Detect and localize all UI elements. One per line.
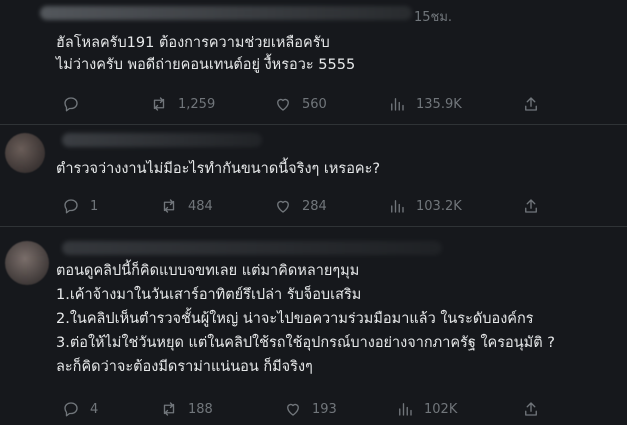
author-name-blurred — [40, 6, 412, 20]
retweet-button[interactable]: 484 — [160, 195, 213, 217]
like-count: 193 — [312, 401, 337, 417]
avatar[interactable] — [5, 133, 45, 173]
tweet-text-line: ฮัลโหลครับ191 ต้องการความช่วยเหลือครับ — [56, 35, 330, 51]
retweet-button[interactable]: 1,259 — [150, 93, 215, 115]
tweet-text-line: 3.ต่อให้ไม่ใช่วันหยุด แต่ในคลิปใช้รถใช้อ… — [56, 335, 555, 351]
retweet-icon — [163, 199, 175, 213]
retweet-icon — [163, 402, 175, 416]
share-button[interactable] — [522, 398, 540, 420]
tweet-2[interactable]: ตำรวจว่างงานไม่มีอะไรทำกันขนาดนี้จริงๆ เ… — [0, 125, 627, 225]
tweet-actions: 1,259 560 135.9K — [56, 93, 596, 115]
views-icon — [399, 403, 412, 416]
tweet-text-line: 1.เค้าจ้างมาในวันเสาร์อาทิตย์รึเปล่า รับ… — [56, 287, 362, 303]
like-button[interactable]: 560 — [274, 93, 327, 115]
like-icon — [277, 200, 289, 213]
views-icon — [391, 200, 404, 213]
reply-icon — [64, 402, 78, 417]
views-button[interactable]: 102K — [396, 398, 457, 420]
tweet-actions: 1 484 284 103.2K — [56, 195, 596, 217]
reply-button[interactable]: 1 — [62, 195, 98, 217]
tweet-time[interactable]: 15ชม. — [414, 6, 452, 27]
tweet-text-line: ตอนดูคลิปนี้ก็คิดแบบจขทเลย แต่มาคิดหลายๆ… — [56, 263, 360, 279]
reply-button[interactable]: 4 — [62, 398, 98, 420]
share-icon — [525, 199, 537, 213]
like-icon — [277, 98, 289, 111]
views-icon — [391, 98, 404, 111]
like-icon — [287, 403, 299, 416]
reply-button[interactable] — [62, 93, 90, 115]
share-button[interactable] — [522, 93, 540, 115]
tweet-text-line: ตำรวจว่างงานไม่มีอะไรทำกันขนาดนี้จริงๆ เ… — [56, 161, 381, 177]
like-button[interactable]: 193 — [284, 398, 337, 420]
retweet-count: 188 — [188, 401, 213, 417]
reply-count: 1 — [90, 198, 99, 214]
reply-icon — [64, 97, 78, 112]
retweet-count: 484 — [188, 198, 213, 214]
like-count: 284 — [302, 198, 327, 214]
views-button[interactable]: 135.9K — [388, 93, 462, 115]
share-button[interactable] — [522, 195, 540, 217]
views-count: 102K — [424, 401, 458, 417]
views-count: 135.9K — [416, 96, 462, 112]
tweet-actions: 4 188 193 102K — [56, 398, 596, 420]
author-name-blurred — [62, 133, 262, 147]
author-name-blurred — [62, 241, 442, 255]
retweet-icon — [153, 97, 165, 111]
reply-icon — [64, 199, 78, 214]
tweet-text-line: 2.ในคลิปเห็นตำรวจชั้นผู้ใหญ่ น่าจะไปขอคว… — [56, 311, 534, 327]
retweet-button[interactable]: 188 — [160, 398, 213, 420]
views-button[interactable]: 103.2K — [388, 195, 462, 217]
like-button[interactable]: 284 — [274, 195, 327, 217]
like-count: 560 — [302, 96, 327, 112]
share-icon — [525, 97, 537, 111]
tweet-1[interactable]: 15ชม. ฮัลโหลครับ191 ต้องการความช่วยเหลือ… — [0, 0, 627, 120]
share-icon — [525, 402, 537, 416]
retweet-count: 1,259 — [178, 96, 216, 112]
reply-count: 4 — [90, 401, 99, 417]
tweet-3[interactable]: ตอนดูคลิปนี้ก็คิดแบบจขทเลย แต่มาคิดหลายๆ… — [0, 227, 627, 425]
views-count: 103.2K — [416, 198, 462, 214]
tweet-text-line: ละก็คิดว่าจะต้องมีดราม่าแน่นอน ก็มีจริงๆ — [56, 359, 313, 375]
avatar[interactable] — [5, 241, 49, 285]
tweet-text-line: ไม่ว่างครับ พอดีถ่ายคอนเทนต์อยู่ งื้หรอว… — [56, 57, 356, 73]
